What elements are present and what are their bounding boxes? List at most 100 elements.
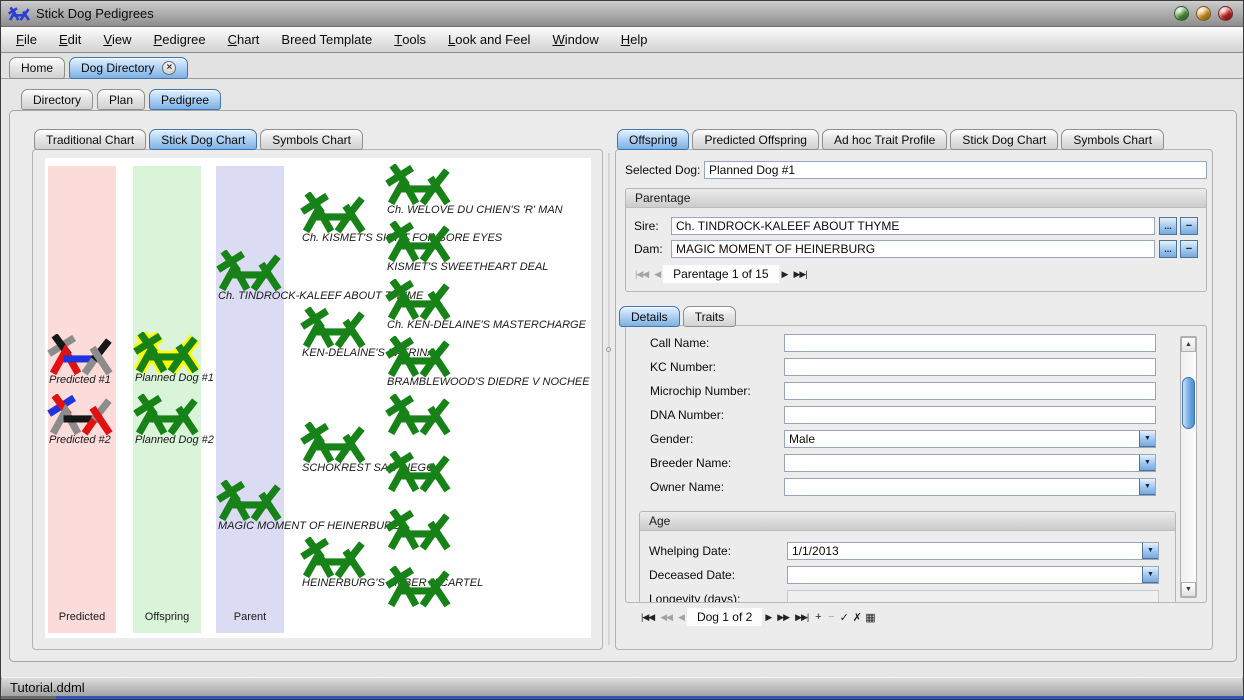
panel-tab-predicted-offspring[interactable]: Predicted Offspring: [692, 129, 819, 150]
scroll-down-icon[interactable]: ▼: [1181, 582, 1196, 597]
stick-dog-kismet-s-sweetheart-deal[interactable]: KISMET'S SWEETHEART DEAL: [385, 221, 591, 277]
field-call-name[interactable]: [784, 334, 1156, 352]
pedigree-tab-pane: Traditional ChartStick Dog ChartSymbols …: [9, 110, 1237, 662]
age-group: Age Whelping Date:1/1/2013▼Deceased Date…: [639, 511, 1176, 603]
dog-record-nav-icon-r7[interactable]: ▦: [863, 610, 876, 625]
field-longevity-days[interactable]: [787, 590, 1159, 603]
menu-file[interactable]: File: [5, 27, 48, 52]
field-dna-number[interactable]: [784, 406, 1156, 424]
stick-dog-name: Ch. WELOVE DU CHIEN'S 'R' MAN: [387, 204, 563, 216]
tab-close-icon[interactable]: ×: [162, 61, 176, 75]
stick-dog-name: BRAMBLEWOOD'S DIEDRE V NOCHEE II: [387, 376, 591, 388]
status-text: Tutorial.ddml: [10, 680, 85, 695]
dropdown-arrow-icon[interactable]: ▼: [1142, 542, 1159, 559]
scrollbar-thumb[interactable]: [1182, 377, 1195, 429]
remove-button[interactable]: −: [1180, 240, 1198, 258]
menu-pedigree[interactable]: Pedigree: [143, 27, 217, 52]
doc-tab-dog-directory[interactable]: Dog Directory×: [69, 57, 188, 79]
menu-window[interactable]: Window: [541, 27, 609, 52]
field-deceased-date[interactable]: ▼: [787, 566, 1159, 584]
chart-tab-stick-dog-chart[interactable]: Stick Dog Chart: [149, 129, 257, 150]
panel-tab-stick-dog-chart[interactable]: Stick Dog Chart: [950, 129, 1058, 150]
selected-dog-label: Selected Dog:: [625, 161, 700, 179]
parentage-nav-icon-r1[interactable]: ▶▶|: [790, 267, 809, 282]
parentage-nav-text: Parentage 1 of 15: [663, 265, 778, 283]
parentage-sire-field[interactable]: Ch. TINDROCK-KALEEF ABOUT THYME: [671, 217, 1155, 235]
lookup-button[interactable]: ...: [1159, 240, 1177, 258]
panel-tab-stick-dog-chart-label: Stick Dog Chart: [962, 133, 1046, 147]
dog-record-nav-icon-r2[interactable]: ▶▶|: [792, 610, 811, 625]
stick-dog-item[interactable]: [385, 566, 591, 622]
dog-record-nav-icon-r3[interactable]: +: [811, 610, 824, 624]
stick-dog-item[interactable]: [385, 394, 591, 450]
stick-dog-name: Planned Dog #1: [135, 372, 214, 384]
dropdown-arrow-icon[interactable]: ▼: [1139, 430, 1156, 447]
menu-look-and-feel[interactable]: Look and Feel: [437, 27, 541, 52]
menu-edit[interactable]: Edit: [48, 27, 92, 52]
panel-tab-symbols-chart[interactable]: Symbols Chart: [1061, 129, 1164, 150]
dropdown-arrow-icon[interactable]: ▼: [1139, 454, 1156, 471]
field-breeder-name[interactable]: ▼: [784, 454, 1156, 472]
details-scrollbar[interactable]: ▲ ▼: [1180, 336, 1197, 598]
dog-record-nav-icon-r5[interactable]: ✓: [837, 610, 850, 625]
field-owner-name[interactable]: ▼: [784, 478, 1156, 496]
field-whelping-date-value: 1/1/2013: [792, 544, 839, 558]
parentage-nav-icon-0[interactable]: |◀◀: [632, 267, 651, 282]
stick-dog-ch-welove-du-chien-s-r-man[interactable]: Ch. WELOVE DU CHIEN'S 'R' MAN: [385, 164, 591, 220]
menu-tools[interactable]: Tools: [383, 27, 437, 52]
stick-dog-name: KISMET'S SWEETHEART DEAL: [387, 261, 548, 273]
parentage-group-title: Parentage: [626, 189, 1206, 208]
maximize-button[interactable]: [1196, 6, 1211, 21]
lookup-button[interactable]: ...: [1159, 217, 1177, 235]
stick-dog-item[interactable]: [385, 451, 591, 507]
stick-dog-ch-ken-delaine-s-mastercharge[interactable]: Ch. KEN-DELAINE'S MASTERCHARGE: [385, 279, 591, 335]
chart-column-label: Predicted: [48, 611, 116, 623]
tab-directory[interactable]: Directory: [21, 89, 93, 110]
field-owner-name-label: Owner Name:: [650, 478, 724, 496]
stick-dog-bramblewood-s-diedre-v-nochee-ii[interactable]: BRAMBLEWOOD'S DIEDRE V NOCHEE II: [385, 336, 591, 392]
dog-record-nav-icon-r4[interactable]: −: [824, 610, 837, 624]
content-area: DirectoryPlanPedigree Traditional ChartS…: [1, 79, 1243, 677]
field-gender-label: Gender:: [650, 430, 693, 448]
panel-tab-ad-hoc-trait-profile[interactable]: Ad hoc Trait Profile: [822, 129, 947, 150]
minimize-button[interactable]: [1174, 6, 1189, 21]
dog-record-nav-icon-2[interactable]: ◀: [675, 610, 687, 625]
remove-button[interactable]: −: [1180, 217, 1198, 235]
dog-record-nav-icon-r6[interactable]: ✗: [850, 610, 863, 625]
panel-tab-offspring-label: Offspring: [629, 133, 677, 147]
dropdown-arrow-icon[interactable]: ▼: [1142, 566, 1159, 583]
stick-dog-item[interactable]: [385, 509, 591, 565]
dog-record-nav-icon-r0[interactable]: ▶: [762, 610, 774, 625]
parentage-dam-field[interactable]: MAGIC MOMENT OF HEINERBURG: [671, 240, 1155, 258]
doc-tab-home[interactable]: Home: [9, 57, 65, 79]
dropdown-arrow-icon[interactable]: ▼: [1139, 478, 1156, 495]
offspring-panel: Selected Dog: Planned Dog #1 Parentage S…: [615, 149, 1213, 650]
parentage-nav-icon-1[interactable]: ◀: [651, 267, 663, 282]
menu-chart[interactable]: Chart: [217, 27, 271, 52]
chart-tab-symbols-chart[interactable]: Symbols Chart: [260, 129, 363, 150]
tab-pedigree[interactable]: Pedigree: [149, 89, 221, 110]
field-microchip-number[interactable]: [784, 382, 1156, 400]
panel-splitter[interactable]: [608, 153, 610, 645]
detail-tab-traits[interactable]: Traits: [683, 306, 737, 327]
field-gender[interactable]: Male▼: [784, 430, 1156, 448]
pedigree-chart-canvas[interactable]: PredictedOffspringParentPredicted #1Pred…: [45, 158, 591, 638]
menu-help[interactable]: Help: [610, 27, 659, 52]
dog-record-nav-icon-r1[interactable]: ▶▶: [774, 610, 792, 625]
splitter-grip-icon[interactable]: [606, 347, 611, 352]
menu-view[interactable]: View: [92, 27, 142, 52]
close-button[interactable]: [1218, 6, 1233, 21]
panel-tab-predicted-offspring-label: Predicted Offspring: [704, 133, 807, 147]
chart-tab-traditional-chart[interactable]: Traditional Chart: [34, 129, 146, 150]
selected-dog-field[interactable]: Planned Dog #1: [704, 161, 1207, 179]
dog-record-nav-icon-0[interactable]: |◀◀: [638, 610, 657, 625]
detail-tab-details[interactable]: Details: [619, 306, 680, 327]
tab-plan[interactable]: Plan: [97, 89, 145, 110]
field-kc-number[interactable]: [784, 358, 1156, 376]
scroll-up-icon[interactable]: ▲: [1181, 337, 1196, 352]
dog-record-nav-icon-1[interactable]: ◀◀: [657, 610, 675, 625]
menu-breed-template[interactable]: Breed Template: [270, 27, 383, 52]
parentage-nav-icon-r0[interactable]: ▶: [779, 267, 791, 282]
panel-tab-offspring[interactable]: Offspring: [617, 129, 689, 150]
field-whelping-date[interactable]: 1/1/2013 ▼: [787, 542, 1159, 560]
